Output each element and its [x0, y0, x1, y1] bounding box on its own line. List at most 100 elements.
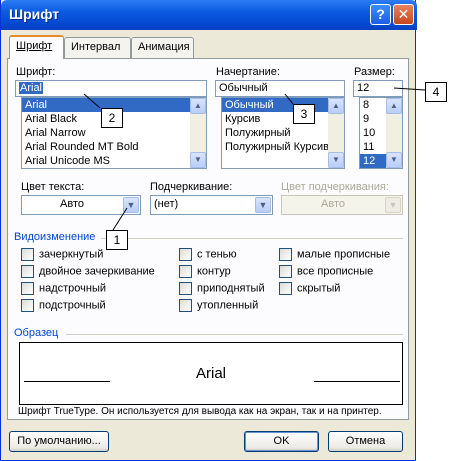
double-strikethrough-checkbox[interactable]: двойное зачеркивание	[21, 265, 155, 279]
underline-value: (нет)	[154, 198, 179, 210]
title-bar[interactable]: Шрифт ? ✕	[1, 0, 417, 30]
underline-color-label: Цвет подчеркивания:	[281, 181, 389, 193]
checkbox-box[interactable]	[179, 265, 192, 278]
cancel-button-label: Отмена	[345, 435, 386, 447]
all-caps-checkbox[interactable]: все прописные	[279, 265, 373, 279]
checkbox-box[interactable]	[21, 299, 34, 312]
style-input[interactable]: Обычный	[215, 80, 345, 97]
style-input-value: Обычный	[219, 82, 268, 94]
size-label: Размер:	[354, 66, 395, 78]
checkbox-label: подстрочный	[39, 299, 106, 312]
emboss-checkbox[interactable]: приподнятый	[179, 282, 265, 296]
dialog-title: Шрифт	[9, 6, 60, 22]
callout-2: 2	[101, 108, 123, 128]
style-item[interactable]: Обычный	[222, 98, 344, 112]
checkbox-label: двойное зачеркивание	[39, 265, 155, 278]
callout-1: 1	[106, 230, 128, 250]
subscript-checkbox[interactable]: подстрочный	[21, 299, 106, 313]
font-item[interactable]: Arial Unicode MS	[22, 154, 206, 168]
underline-label: Подчеркивание:	[150, 181, 233, 193]
underline-color-select: Авто ▼	[281, 195, 403, 215]
style-item[interactable]: Курсив	[222, 112, 344, 126]
checkbox-label: с тенью	[197, 248, 237, 261]
effects-divider	[101, 238, 403, 239]
scroll-up-icon[interactable]: ▲	[386, 98, 402, 114]
preview-divider	[66, 334, 403, 335]
default-button-label: По умолчанию...	[17, 435, 101, 447]
checkbox-label: контур	[197, 265, 231, 278]
checkbox-box[interactable]	[279, 265, 292, 278]
tab-font[interactable]: Шрифт	[9, 35, 64, 59]
outline-checkbox[interactable]: контур	[179, 265, 231, 279]
scroll-down-icon[interactable]: ▼	[190, 152, 206, 168]
checkbox-label: надстрочный	[39, 282, 106, 295]
font-scrollbar[interactable]: ▲ ▼	[190, 98, 206, 168]
size-scrollbar[interactable]: ▲ ▼	[386, 98, 402, 168]
text-color-label: Цвет текста:	[21, 181, 85, 193]
checkbox-label: зачеркнутый	[39, 248, 104, 261]
size-input-value: 12	[357, 82, 370, 94]
size-list[interactable]: 8 9 10 11 12 ▲ ▼	[359, 97, 403, 169]
tab-spacing[interactable]: Интервал	[64, 37, 131, 58]
size-input[interactable]: 12	[353, 80, 403, 97]
scroll-down-icon[interactable]: ▼	[386, 152, 402, 168]
style-list[interactable]: Обычный Курсив Полужирный Полужирный Кур…	[221, 97, 345, 169]
underline-color-value: Авто	[321, 198, 345, 210]
ok-button[interactable]: OK	[244, 431, 319, 452]
text-color-select[interactable]: Авто ▼	[21, 195, 141, 215]
tab-spacing-label: Интервал	[71, 41, 121, 53]
chevron-down-icon[interactable]: ▼	[123, 197, 139, 213]
close-button[interactable]: ✕	[393, 4, 414, 25]
underline-select[interactable]: (нет) ▼	[150, 195, 273, 215]
scroll-up-icon[interactable]: ▲	[328, 98, 344, 114]
strikethrough-checkbox[interactable]: зачеркнутый	[21, 248, 103, 262]
style-label: Начертание:	[216, 66, 280, 78]
style-scrollbar[interactable]: ▲ ▼	[328, 98, 344, 168]
effects-group-title: Видоизменение	[14, 231, 96, 243]
style-item[interactable]: Полужирный	[222, 126, 344, 140]
chevron-down-icon: ▼	[385, 197, 401, 213]
help-button[interactable]: ?	[370, 4, 391, 25]
superscript-checkbox[interactable]: надстрочный	[21, 282, 106, 296]
callout-3: 3	[293, 104, 315, 124]
checkbox-box[interactable]	[279, 248, 292, 261]
engrave-checkbox[interactable]: утопленный	[179, 299, 258, 313]
scroll-down-icon[interactable]: ▼	[328, 152, 344, 168]
checkbox-box[interactable]	[21, 265, 34, 278]
checkbox-box[interactable]	[179, 248, 192, 261]
text-color-value: Авто	[60, 198, 84, 210]
hidden-checkbox[interactable]: скрытый	[279, 282, 340, 296]
checkbox-label: малые прописные	[297, 248, 391, 261]
checkbox-label: все прописные	[297, 265, 374, 278]
default-button[interactable]: По умолчанию...	[9, 431, 109, 452]
preview-note: Шрифт TrueType. Он используется для выво…	[18, 406, 382, 417]
font-item[interactable]: Arial Narrow	[22, 126, 206, 140]
checkbox-box[interactable]	[279, 282, 292, 295]
checkbox-box[interactable]	[21, 282, 34, 295]
checkbox-box[interactable]	[179, 282, 192, 295]
font-dialog: Шрифт ? ✕ Шрифт Интервал Анимация Шрифт:…	[0, 0, 417, 461]
checkbox-label: скрытый	[297, 282, 341, 295]
small-caps-checkbox[interactable]: малые прописные	[279, 248, 390, 262]
scroll-up-icon[interactable]: ▲	[190, 98, 206, 114]
preview-baseline-right	[314, 381, 400, 382]
checkbox-box[interactable]	[21, 248, 34, 261]
shadow-checkbox[interactable]: с тенью	[179, 248, 237, 262]
tab-font-label: Шрифт	[16, 40, 53, 52]
font-input[interactable]: Arial	[15, 80, 207, 97]
tab-animation-label: Анимация	[138, 41, 190, 53]
checkbox-label: утопленный	[197, 299, 259, 312]
preview-sample: Arial	[195, 365, 226, 382]
tab-animation[interactable]: Анимация	[131, 37, 194, 58]
style-item[interactable]: Полужирный Курсив	[222, 140, 344, 154]
checkbox-box[interactable]	[179, 299, 192, 312]
ok-button-label: OK	[273, 435, 290, 447]
callout-4: 4	[425, 82, 447, 102]
checkbox-label: приподнятый	[197, 282, 265, 295]
font-label: Шрифт:	[16, 66, 56, 78]
font-item[interactable]: Arial Rounded MT Bold	[22, 140, 206, 154]
font-input-value: Arial	[19, 82, 44, 94]
cancel-button[interactable]: Отмена	[328, 431, 403, 452]
chevron-down-icon[interactable]: ▼	[255, 197, 271, 213]
preview-box: Arial	[19, 342, 403, 405]
